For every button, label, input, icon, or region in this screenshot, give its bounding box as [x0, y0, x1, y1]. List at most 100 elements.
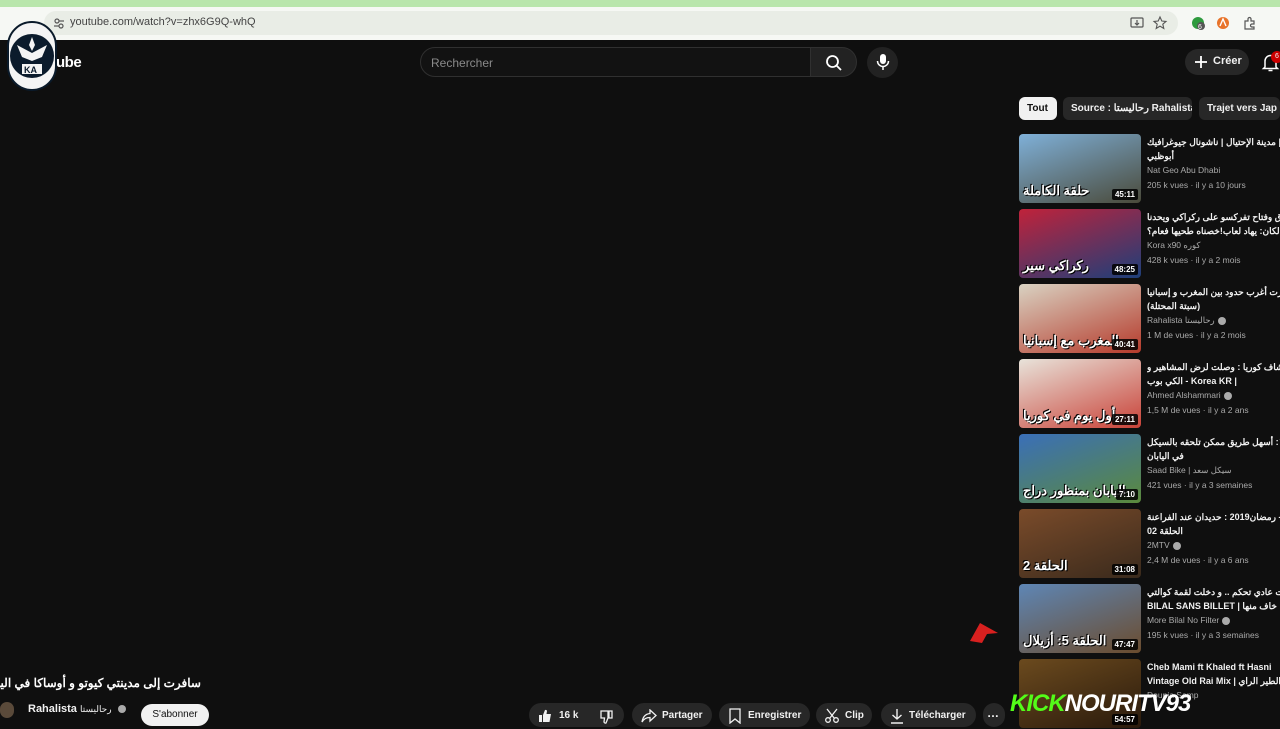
title-line: رمضان2019 : حديدان عند الفراعنة - |: [1147, 512, 1280, 522]
clip-button[interactable]: Clip: [816, 703, 872, 727]
more-actions-button[interactable]: …: [983, 703, 1005, 727]
search-button[interactable]: [810, 47, 857, 77]
upload-age: il y a 6 ans: [1207, 555, 1249, 565]
extensions-puzzle-icon[interactable]: [1242, 15, 1258, 31]
video-thumbnail[interactable]: أول يوم في كوريا 27:11: [1019, 359, 1141, 428]
channel-name-arabic[interactable]: رحاليستا: [80, 704, 112, 715]
recommendation-channel[interactable]: Kora x90 كوره: [1147, 240, 1200, 251]
video-thumbnail[interactable]: اليابان بمنظور دراج 7:10: [1019, 434, 1141, 503]
video-thumbnail[interactable]: الحلقة 2 31:08: [1019, 509, 1141, 578]
subscribe-button[interactable]: S'abonner: [141, 704, 209, 726]
eagle-emblem-icon: [10, 34, 54, 78]
share-arrow-icon: [641, 709, 657, 723]
recommendation-item[interactable]: حلقة الكاملة 45:11 ش | مدينة الإحتيال | نا…: [1019, 134, 1280, 204]
search-input[interactable]: [431, 54, 801, 72]
install-app-icon[interactable]: [1129, 15, 1145, 31]
recommendation-channel[interactable]: 2MTV: [1147, 540, 1181, 550]
verified-badge-icon: [1217, 316, 1226, 325]
recommendation-meta: 1 M de vues · il y a 2 mois: [1147, 330, 1246, 340]
meta-separator: ·: [1188, 630, 1196, 640]
duration-badge: 31:08: [1111, 564, 1138, 575]
title-line: بان ١٣: أسهل طريق ممكن تلحقه بالسيكل: [1147, 437, 1280, 447]
title-line: في اليابان: [1147, 451, 1184, 461]
clip-label: Clip: [845, 710, 864, 721]
upload-age: il y a 3 semaines: [1189, 480, 1253, 490]
share-button[interactable]: Partager: [632, 703, 712, 727]
url-text[interactable]: youtube.com/watch?v=zhx6G9Q-whQ: [70, 16, 256, 28]
upload-age: il y a 2 mois: [1200, 330, 1246, 340]
video-thumbnail[interactable]: المغرب مع إسبانيا 40:41: [1019, 284, 1141, 353]
recommendation-channel[interactable]: Saad Bike | سيكل سعد: [1147, 465, 1232, 476]
channel-label: 2MTV: [1147, 540, 1170, 550]
recommendation-item[interactable]: ركراكي سير 48:25 زوق وفتاح تفركسو على ركرا…: [1019, 209, 1280, 279]
thumbnail-caption: اليابان بمنظور دراج: [1023, 483, 1126, 498]
filter-chip[interactable]: Tout: [1019, 97, 1057, 120]
channel-avatar[interactable]: [0, 702, 14, 718]
title-line: كيات الكان: يهاد لعاب!خصناه طحيها فعام؟: [1147, 226, 1280, 236]
recommendation-channel[interactable]: Ahmed Alshammari: [1147, 390, 1232, 400]
notification-count-badge: 6: [1271, 51, 1280, 63]
duration-badge: 48:25: [1111, 264, 1138, 275]
dislike-thumb-icon[interactable]: [599, 709, 615, 725]
channel-label: Rahalista رحاليستا: [1147, 315, 1215, 325]
site-info-icon[interactable]: [53, 17, 65, 29]
view-count: 1,5 M de vues: [1147, 405, 1201, 415]
video-title: سافرت إلى مدينتي كيوتو و أوساكا في الياب…: [0, 676, 201, 690]
recommendation-title[interactable]: بان ١٣: أسهل طريق ممكن تلحقه بالسيكل في ا…: [1147, 435, 1280, 463]
title-line: عبرت أغرب حدود بين المغرب و إسبانيا: [1147, 287, 1280, 297]
like-count[interactable]: 16 k: [559, 710, 578, 721]
recommendation-title[interactable]: كت عادي تحكم .. و دخلت لقمة كوالتي BILAL …: [1147, 585, 1280, 613]
download-button[interactable]: Télécharger: [881, 703, 976, 727]
kick-prefix: KICK: [1010, 690, 1066, 717]
recommendation-title[interactable]: Cheb Mami ft Khaled ft Hasni Vintage Old …: [1147, 660, 1280, 688]
create-button[interactable]: Créer: [1185, 49, 1249, 75]
save-label: Enregistrer: [748, 710, 802, 721]
youtube-logo[interactable]: ube: [56, 54, 82, 71]
title-line: أبوظبي: [1147, 151, 1175, 161]
duration-badge: 40:41: [1111, 339, 1138, 350]
recommendation-item[interactable]: الحلقة 5: أزيلال 47:47 كت عادي تحكم .. و د…: [1019, 584, 1280, 654]
meta-separator: ·: [1193, 330, 1201, 340]
extension-badge: 6: [1198, 24, 1202, 31]
thumbnail-caption: الحلقة 5: أزيلال: [1023, 633, 1107, 648]
plus-icon: [1195, 56, 1207, 68]
title-line: BILAL SANS BILLET | خاف منها: [1147, 601, 1277, 611]
streamer-overlay-logo: KA: [7, 21, 57, 91]
recommendation-channel[interactable]: More Bilal No Filter: [1147, 615, 1231, 625]
recommendation-item[interactable]: المغرب مع إسبانيا 40:41 عبرت أغرب حدود بين…: [1019, 284, 1280, 354]
view-count: 2,4 M de vues: [1147, 555, 1201, 565]
cursor-arrow-icon: [970, 623, 998, 643]
title-line: ش | مدينة الإحتيال | ناشونال جيوغرافيك: [1147, 137, 1280, 147]
create-label: Créer: [1213, 55, 1242, 67]
recommendation-title[interactable]: عبرت أغرب حدود بين المغرب و إسبانيا (سبتة…: [1147, 285, 1280, 313]
recommendation-item[interactable]: اليابان بمنظور دراج7:10بان ١٣: أسهل طريق…: [1019, 434, 1280, 504]
meta-separator: ·: [1188, 180, 1196, 190]
recommendation-item[interactable]: أول يوم في كوريا 27:11 كتشاف كوريا : وصلت …: [1019, 359, 1280, 429]
filter-chip[interactable]: Source : رحاليستا Rahalista: [1063, 97, 1192, 120]
thumbnail-caption: المغرب مع إسبانيا: [1023, 333, 1119, 348]
like-dislike-group: 16 k: [529, 703, 624, 727]
video-thumbnail[interactable]: الحلقة 5: أزيلال 47:47: [1019, 584, 1141, 653]
voice-search-button[interactable]: [867, 47, 898, 78]
bookmark-star-icon[interactable]: [1152, 15, 1168, 31]
meta-separator: ·: [1200, 405, 1208, 415]
recommendation-title[interactable]: ش | مدينة الإحتيال | ناشونال جيوغرافيك أب…: [1147, 135, 1280, 163]
channel-name[interactable]: Rahalista: [28, 703, 77, 715]
search-box[interactable]: [420, 47, 811, 77]
extension-orange-icon[interactable]: [1215, 15, 1231, 31]
youtube-header: ube Créer 6: [0, 40, 1280, 86]
recommendation-title[interactable]: زوق وفتاح تفركسو على ركراكي ويحدنا كيات ا…: [1147, 210, 1280, 238]
recommendation-channel[interactable]: Rahalista رحاليستا: [1147, 315, 1226, 326]
channel-label: Kora x90 كوره: [1147, 240, 1201, 250]
view-count: 428 k vues: [1147, 255, 1189, 265]
like-thumb-icon[interactable]: [537, 708, 553, 724]
recommendation-item[interactable]: الحلقة 2 31:08 رمضان2019 : حديدان عند الفر…: [1019, 509, 1280, 579]
address-bar[interactable]: youtube.com/watch?v=zhx6G9Q-whQ: [44, 11, 1178, 35]
save-button[interactable]: Enregistrer: [719, 703, 810, 727]
video-thumbnail[interactable]: حلقة الكاملة 45:11: [1019, 134, 1141, 203]
recommendation-channel[interactable]: Nat Geo Abu Dhabi: [1147, 165, 1220, 175]
filter-chip[interactable]: Trajet vers Jap: [1199, 97, 1280, 120]
recommendation-title[interactable]: رمضان2019 : حديدان عند الفراعنة - | الحلق…: [1147, 510, 1280, 538]
recommendation-title[interactable]: كتشاف كوريا : وصلت لرض المشاهير و الكي بو…: [1147, 360, 1280, 388]
video-thumbnail[interactable]: ركراكي سير 48:25: [1019, 209, 1141, 278]
